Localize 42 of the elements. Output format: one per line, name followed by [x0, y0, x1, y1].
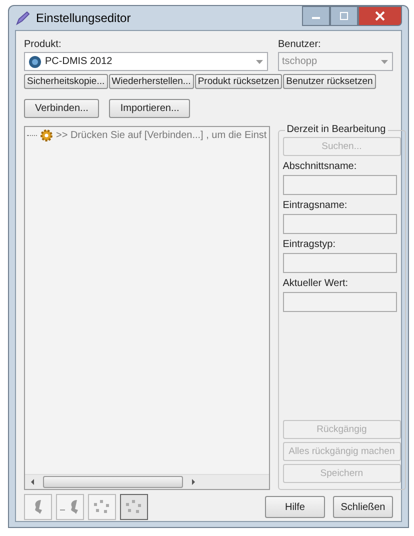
- field-label: Aktueller Wert:: [282, 278, 350, 289]
- tree-line: [27, 135, 37, 136]
- dropdown-arrow-icon: [380, 58, 389, 64]
- toolbar-button[interactable]: Produkt rücksetzen: [194, 74, 282, 89]
- view-toggle-button[interactable]: [56, 494, 84, 520]
- minimize-button[interactable]: [302, 6, 330, 26]
- close-icon: [375, 11, 385, 21]
- view-toggle-button[interactable]: [120, 494, 148, 520]
- dropdown-arrow-icon: [255, 58, 264, 64]
- field-label: Eintragstyp:: [282, 239, 336, 250]
- dialog-button[interactable]: Hilfe: [265, 496, 325, 518]
- close-button[interactable]: [358, 6, 402, 26]
- scroll-thumb[interactable]: [43, 476, 183, 488]
- input-field[interactable]: [282, 253, 397, 273]
- dialog-button[interactable]: Schließen: [333, 496, 393, 518]
- field-label: Benutzer:: [278, 39, 322, 50]
- horizontal-scrollbar[interactable]: [25, 474, 269, 489]
- scroll-right-icon: [189, 478, 197, 486]
- field-label: Abschnittsname:: [282, 161, 358, 172]
- toolbar-button[interactable]: Sicherheitskopie...: [24, 74, 108, 89]
- tree-item[interactable]: >> Drücken Sie auf [Verbinden...] , um die Einst: [56, 130, 267, 141]
- field-label: Produkt:: [24, 39, 62, 50]
- gear-icon: [40, 129, 53, 142]
- action-button[interactable]: Importieren...: [109, 99, 190, 118]
- input-field[interactable]: [282, 292, 397, 312]
- input-field[interactable]: [282, 214, 397, 234]
- view-toggle-button[interactable]: [88, 494, 116, 520]
- maximize-button[interactable]: [330, 6, 358, 26]
- product-dropdown[interactable]: PC-DMIS 2012: [24, 52, 268, 71]
- group-title: Derzeit in Bearbeitung: [284, 124, 388, 135]
- window-title: Einstellungseditor: [36, 11, 131, 25]
- view-toggle-button[interactable]: [24, 494, 52, 520]
- dots-icon: [124, 498, 144, 516]
- action-button[interactable]: Verbinden...: [24, 99, 100, 118]
- dots-icon: [92, 498, 112, 516]
- maximize-icon: [339, 11, 349, 21]
- scroll-left-icon: [29, 478, 37, 486]
- field-label: Eintragsname:: [282, 200, 348, 211]
- toolbar-button[interactable]: Benutzer rücksetzen: [283, 74, 376, 89]
- input-field[interactable]: [282, 175, 397, 195]
- toolbar-button[interactable]: Wiederherstellen...: [108, 74, 194, 89]
- pen-icon: [15, 10, 31, 26]
